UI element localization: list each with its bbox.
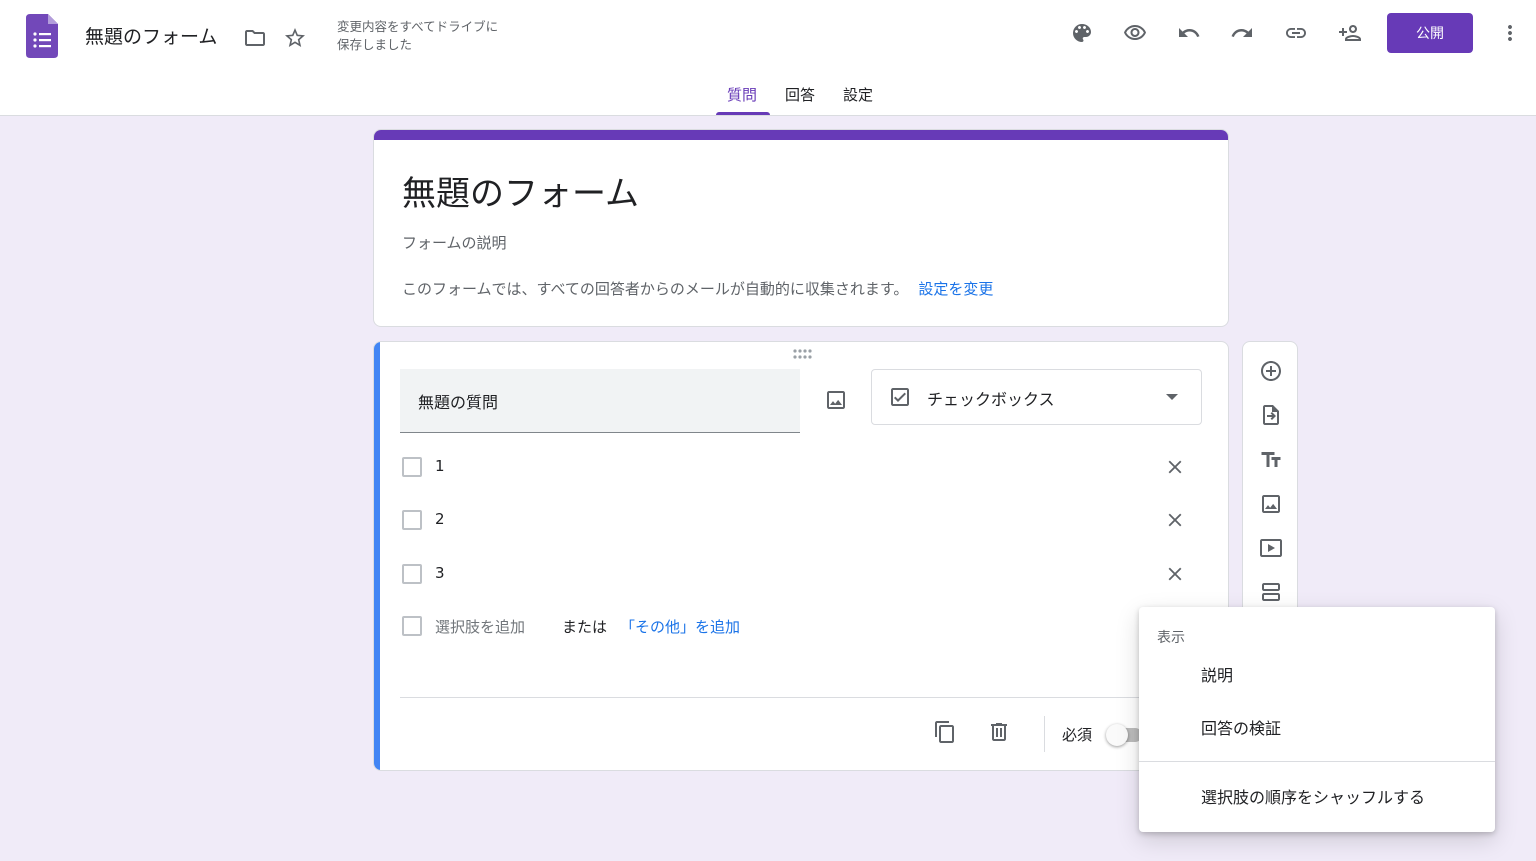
- change-settings-link[interactable]: 設定を変更: [918, 280, 993, 298]
- email-note-text: このフォームでは、すべての回答者からのメールが自動的に収集されます。: [402, 280, 909, 298]
- more-vert-icon[interactable]: [1490, 13, 1530, 53]
- folder-icon[interactable]: [235, 18, 275, 58]
- menu-item-description[interactable]: 説明: [1139, 649, 1495, 697]
- tab-questions[interactable]: 質問: [727, 84, 757, 105]
- add-video-icon[interactable]: [1251, 528, 1291, 568]
- toggle-knob: [1106, 724, 1128, 746]
- question-type-select[interactable]: チェックボックス: [871, 369, 1202, 425]
- question-footer-divider: [400, 697, 1200, 698]
- app-header: 無題のフォーム 変更内容をすべてドライブに 保存しました 公開 質問 回答 設定: [0, 0, 1536, 116]
- tab-settings[interactable]: 設定: [843, 84, 873, 105]
- add-option-row: 選択肢を追加 または 「その他」を追加: [400, 607, 1200, 647]
- undo-icon[interactable]: [1169, 13, 1209, 53]
- footer-separator: [1044, 716, 1045, 752]
- form-description-field[interactable]: フォームの説明: [402, 232, 507, 253]
- preview-eye-icon[interactable]: [1115, 13, 1155, 53]
- active-question-indicator: [374, 342, 380, 770]
- menu-item-label: 説明: [1201, 666, 1234, 685]
- menu-item-label: 回答の検証: [1201, 719, 1282, 738]
- menu-section-header: 表示: [1157, 630, 1185, 646]
- save-status-line2: 保存しました: [337, 37, 413, 52]
- document-title[interactable]: 無題のフォーム: [85, 22, 217, 49]
- save-status: 変更内容をすべてドライブに 保存しました: [337, 18, 537, 54]
- add-option-checkbox: [402, 616, 422, 636]
- option-checkbox[interactable]: [402, 457, 422, 477]
- redo-icon[interactable]: [1222, 13, 1262, 53]
- required-toggle[interactable]: [1106, 724, 1142, 746]
- duplicate-icon[interactable]: [925, 712, 965, 752]
- remove-option-icon[interactable]: [1160, 452, 1190, 482]
- forms-logo-icon[interactable]: [26, 14, 58, 58]
- import-questions-icon[interactable]: [1251, 395, 1291, 435]
- save-status-line1: 変更内容をすべてドライブに: [337, 19, 499, 34]
- form-title[interactable]: 無題のフォーム: [402, 166, 639, 215]
- checkbox-type-icon: [891, 388, 909, 406]
- active-tab-indicator: [716, 112, 770, 115]
- tab-bar: 質問 回答 設定: [0, 72, 1536, 116]
- remove-option-icon[interactable]: [1160, 505, 1190, 535]
- required-label: 必須: [1062, 726, 1093, 744]
- add-image-icon[interactable]: [1251, 484, 1291, 524]
- tab-responses[interactable]: 回答: [785, 84, 815, 105]
- add-image-icon[interactable]: [816, 380, 856, 420]
- title-card-accent-bar: [374, 130, 1228, 140]
- drag-handle-icon[interactable]: [792, 348, 812, 360]
- email-collection-note: このフォームでは、すべての回答者からのメールが自動的に収集されます。 設定を変更: [402, 278, 993, 299]
- option-checkbox[interactable]: [402, 510, 422, 530]
- add-collaborator-icon[interactable]: [1330, 13, 1370, 53]
- add-other-link[interactable]: 「その他」を追加: [620, 616, 740, 637]
- menu-item-response-validation[interactable]: 回答の検証: [1139, 702, 1495, 750]
- publish-button[interactable]: 公開: [1387, 13, 1473, 53]
- add-question-icon[interactable]: [1251, 351, 1291, 391]
- link-icon[interactable]: [1276, 13, 1316, 53]
- remove-option-icon[interactable]: [1160, 559, 1190, 589]
- question-title-text: 無題の質問: [418, 393, 499, 412]
- option-row: 2: [400, 501, 1200, 541]
- option-label[interactable]: 3: [435, 564, 445, 582]
- option-label[interactable]: 1: [435, 457, 445, 475]
- floating-toolbar: [1242, 341, 1298, 621]
- more-options-menu: 表示 説明 回答の検証 選択肢の順序をシャッフルする: [1139, 607, 1495, 832]
- option-row: 3: [400, 555, 1200, 595]
- or-label: または: [562, 618, 608, 636]
- add-section-icon[interactable]: [1251, 572, 1291, 612]
- dropdown-arrow-icon: [1166, 394, 1178, 400]
- menu-item-label: 選択肢の順序をシャッフルする: [1201, 788, 1426, 807]
- delete-icon[interactable]: [979, 712, 1019, 752]
- option-row: 1: [400, 448, 1200, 488]
- add-option-link[interactable]: 選択肢を追加: [435, 616, 525, 637]
- question-card[interactable]: 無題の質問 チェックボックス 1 2 3 選択肢を追加 または 「その他」を追加…: [373, 341, 1229, 771]
- star-icon[interactable]: [275, 18, 315, 58]
- palette-icon[interactable]: [1062, 13, 1102, 53]
- menu-divider: [1139, 761, 1495, 762]
- form-title-card[interactable]: 無題のフォーム フォームの説明 このフォームでは、すべての回答者からのメールが自…: [373, 129, 1229, 327]
- add-title-icon[interactable]: [1251, 440, 1291, 480]
- question-type-label: チェックボックス: [927, 390, 1055, 409]
- question-title-input[interactable]: 無題の質問: [400, 369, 800, 433]
- menu-item-shuffle-options[interactable]: 選択肢の順序をシャッフルする: [1139, 771, 1495, 819]
- option-checkbox[interactable]: [402, 564, 422, 584]
- option-label[interactable]: 2: [435, 510, 445, 528]
